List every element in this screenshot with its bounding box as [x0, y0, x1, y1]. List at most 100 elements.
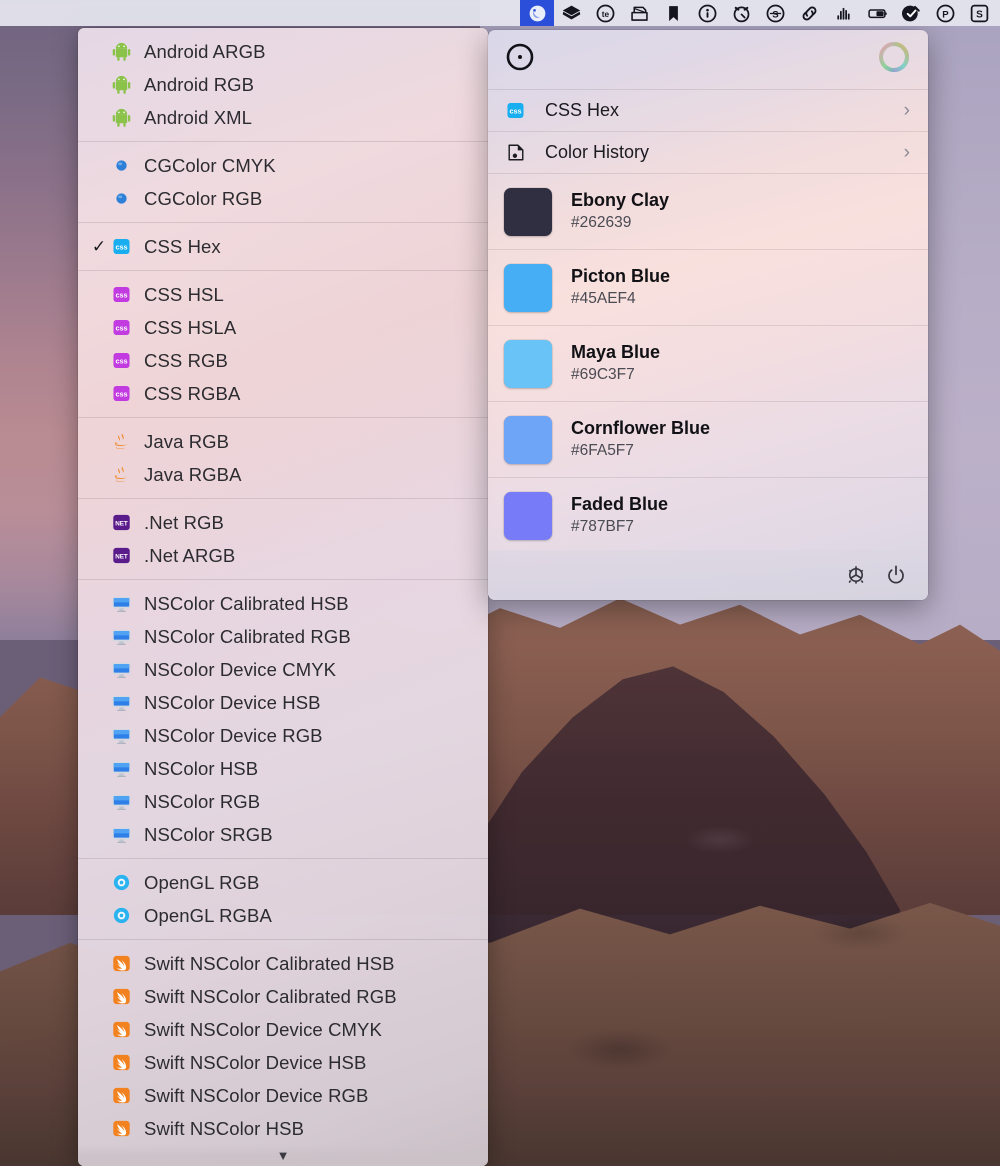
color-name: Picton Blue: [571, 266, 671, 287]
menu-item-swift-nscolor-device-hsb[interactable]: Swift NSColor Device HSB: [78, 1046, 488, 1079]
menu-item-swift-nscolor-device-rgb[interactable]: Swift NSColor Device RGB: [78, 1079, 488, 1112]
dotnet-icon: NET: [110, 545, 132, 567]
menu-item-swift-nscolor-device-cmyk[interactable]: Swift NSColor Device CMYK: [78, 1013, 488, 1046]
color-hex-value: #6FA5F7: [571, 441, 634, 459]
java-icon: [110, 431, 132, 453]
menubar-item-battery[interactable]: [860, 0, 894, 26]
display-icon: [110, 791, 132, 813]
display-icon: [110, 626, 132, 648]
menubar-item-bookmark[interactable]: [656, 0, 690, 26]
color-history-item[interactable]: Picton Blue #45AEF4: [488, 250, 928, 325]
menu-item-nscolor-srgb[interactable]: NSColor SRGB: [78, 818, 488, 851]
menu-item-nscolor-device-hsb[interactable]: NSColor Device HSB: [78, 686, 488, 719]
color-swatch[interactable]: [504, 187, 552, 236]
menu-item-android-argb[interactable]: Android ARGB: [78, 35, 488, 68]
menu-item-java-rgba[interactable]: Java RGBA: [78, 458, 488, 491]
menu-item-css-rgb[interactable]: css CSS RGB: [78, 344, 488, 377]
menubar-item-paypal[interactable]: P: [928, 0, 962, 26]
menu-item-nscolor-calibrated-hsb[interactable]: NSColor Calibrated HSB: [78, 587, 488, 620]
chevron-right-icon: ›: [903, 141, 910, 163]
menu-item-label: Swift NSColor HSB: [144, 1117, 305, 1139]
menu-item-label: NSColor Device HSB: [144, 691, 321, 713]
menu-item-label: NSColor Device RGB: [144, 724, 323, 746]
menu-item-label: Swift NSColor Device CMYK: [144, 1018, 382, 1040]
svg-text:css: css: [115, 291, 127, 300]
menubar-item-spotify-circle[interactable]: S: [758, 0, 792, 26]
menu-item-java-rgb[interactable]: Java RGB: [78, 425, 488, 458]
menu-item-cgcolor-rgb[interactable]: CGColor RGB: [78, 182, 488, 215]
power-quit-icon[interactable]: [884, 563, 908, 587]
popover-row-css-hex[interactable]: css CSS Hex ›: [488, 90, 928, 131]
menu-item-swift-nscolor-hsb[interactable]: Swift NSColor HSB: [78, 1112, 488, 1145]
preferences-gear-icon[interactable]: [844, 563, 868, 587]
menu-item-android-xml[interactable]: Android XML: [78, 101, 488, 134]
css-purple-icon: css: [110, 350, 132, 372]
menu-item-label: NSColor Device CMYK: [144, 658, 337, 680]
menu-item-css-rgba[interactable]: css CSS RGBA: [78, 377, 488, 410]
menu-item-label: Swift NSColor Calibrated HSB: [144, 952, 395, 974]
color-swatch[interactable]: [504, 491, 552, 540]
popover-row-color-history[interactable]: Color History ›: [488, 132, 928, 173]
color-format-menu[interactable]: Android ARGB Android RGB Android XML CGColo…: [78, 28, 488, 1166]
menu-scroll-down-arrow[interactable]: ▼: [78, 1144, 488, 1166]
menubar-item-layers-app[interactable]: [554, 0, 588, 26]
menubar-item-timer[interactable]: [724, 0, 758, 26]
color-history-item[interactable]: Ebony Clay #262639: [488, 174, 928, 249]
android-icon: [110, 107, 132, 129]
color-history-item[interactable]: Maya Blue #69C3F7: [488, 326, 928, 401]
menu-item-net-argb[interactable]: NET .Net ARGB: [78, 539, 488, 572]
color-hex-value: #787BF7: [571, 517, 634, 535]
sip-droplet-icon: [527, 3, 548, 24]
menu-item-android-rgb[interactable]: Android RGB: [78, 68, 488, 101]
menu-item-nscolor-hsb[interactable]: NSColor HSB: [78, 752, 488, 785]
menubar-item-sip-color-picker[interactable]: [520, 0, 554, 26]
svg-text:S: S: [976, 9, 983, 20]
chevron-right-icon: ›: [903, 99, 910, 121]
color-history-item[interactable]: Cornflower Blue #6FA5F7: [488, 402, 928, 477]
display-icon: [110, 758, 132, 780]
menu-item-swift-nscolor-calibrated-hsb[interactable]: Swift NSColor Calibrated HSB: [78, 947, 488, 980]
menu-item-nscolor-device-cmyk[interactable]: NSColor Device CMYK: [78, 653, 488, 686]
color-swatch-text: Ebony Clay #262639: [552, 189, 669, 234]
menu-item-label: Swift NSColor Device HSB: [144, 1051, 367, 1073]
color-swatch-text: Picton Blue #45AEF4: [552, 265, 670, 310]
menu-item-nscolor-rgb[interactable]: NSColor RGB: [78, 785, 488, 818]
menubar-item-info-circle[interactable]: [690, 0, 724, 26]
menubar-item-sound-levels[interactable]: [826, 0, 860, 26]
battery-icon: [867, 3, 888, 24]
display-icon: [110, 593, 132, 615]
menu-group-css: css CSS HSL css CSS HSLA css CSS RGB css CSS RG…: [78, 271, 488, 417]
menu-item-label: Android XML: [144, 106, 253, 128]
te-circle-icon: te: [595, 3, 616, 24]
menubar-item-cleanmymac[interactable]: [894, 0, 928, 26]
bookmark-icon: [663, 3, 684, 24]
color-swatch[interactable]: [504, 263, 552, 312]
svg-text:S: S: [772, 9, 779, 20]
menu-item-opengl-rgba[interactable]: OpenGL RGBA: [78, 899, 488, 932]
menu-item-css-hex[interactable]: ✓ css CSS Hex: [78, 230, 488, 263]
menu-item-css-hsl[interactable]: css CSS HSL: [78, 278, 488, 311]
menubar-item-link[interactable]: [792, 0, 826, 26]
menu-item-swift-nscolor-calibrated-rgb[interactable]: Swift NSColor Calibrated RGB: [78, 980, 488, 1013]
menu-item-nscolor-device-rgb[interactable]: NSColor Device RGB: [78, 719, 488, 752]
menu-item-nscolor-calibrated-rgb[interactable]: NSColor Calibrated RGB: [78, 620, 488, 653]
color-history-item[interactable]: Faded Blue #787BF7: [488, 478, 928, 553]
color-picker-popover[interactable]: css CSS Hex › Color History › Ebony Clay #262…: [488, 30, 928, 600]
menu-item-net-rgb[interactable]: NET .Net RGB: [78, 506, 488, 539]
color-swatch[interactable]: [504, 339, 552, 388]
color-swatch-text: Cornflower Blue #6FA5F7: [552, 417, 710, 462]
swift-icon: [110, 953, 132, 975]
menubar-item-scanner[interactable]: [622, 0, 656, 26]
menubar-item-textexpander[interactable]: te: [588, 0, 622, 26]
target-circle-icon[interactable]: [505, 42, 535, 77]
menubar-item-setapp[interactable]: S: [962, 0, 996, 26]
menu-item-cgcolor-cmyk[interactable]: CGColor CMYK: [78, 149, 488, 182]
color-wheel-icon[interactable]: [876, 39, 912, 80]
popover-row-label: CSS Hex: [545, 100, 620, 120]
menu-item-opengl-rgb[interactable]: OpenGL RGB: [78, 866, 488, 899]
color-swatch[interactable]: [504, 415, 552, 464]
color-name: Cornflower Blue: [571, 418, 711, 439]
macos-menu-bar: te S P S: [0, 0, 1000, 26]
opengl-icon: [110, 905, 132, 927]
menu-item-css-hsla[interactable]: css CSS HSLA: [78, 311, 488, 344]
